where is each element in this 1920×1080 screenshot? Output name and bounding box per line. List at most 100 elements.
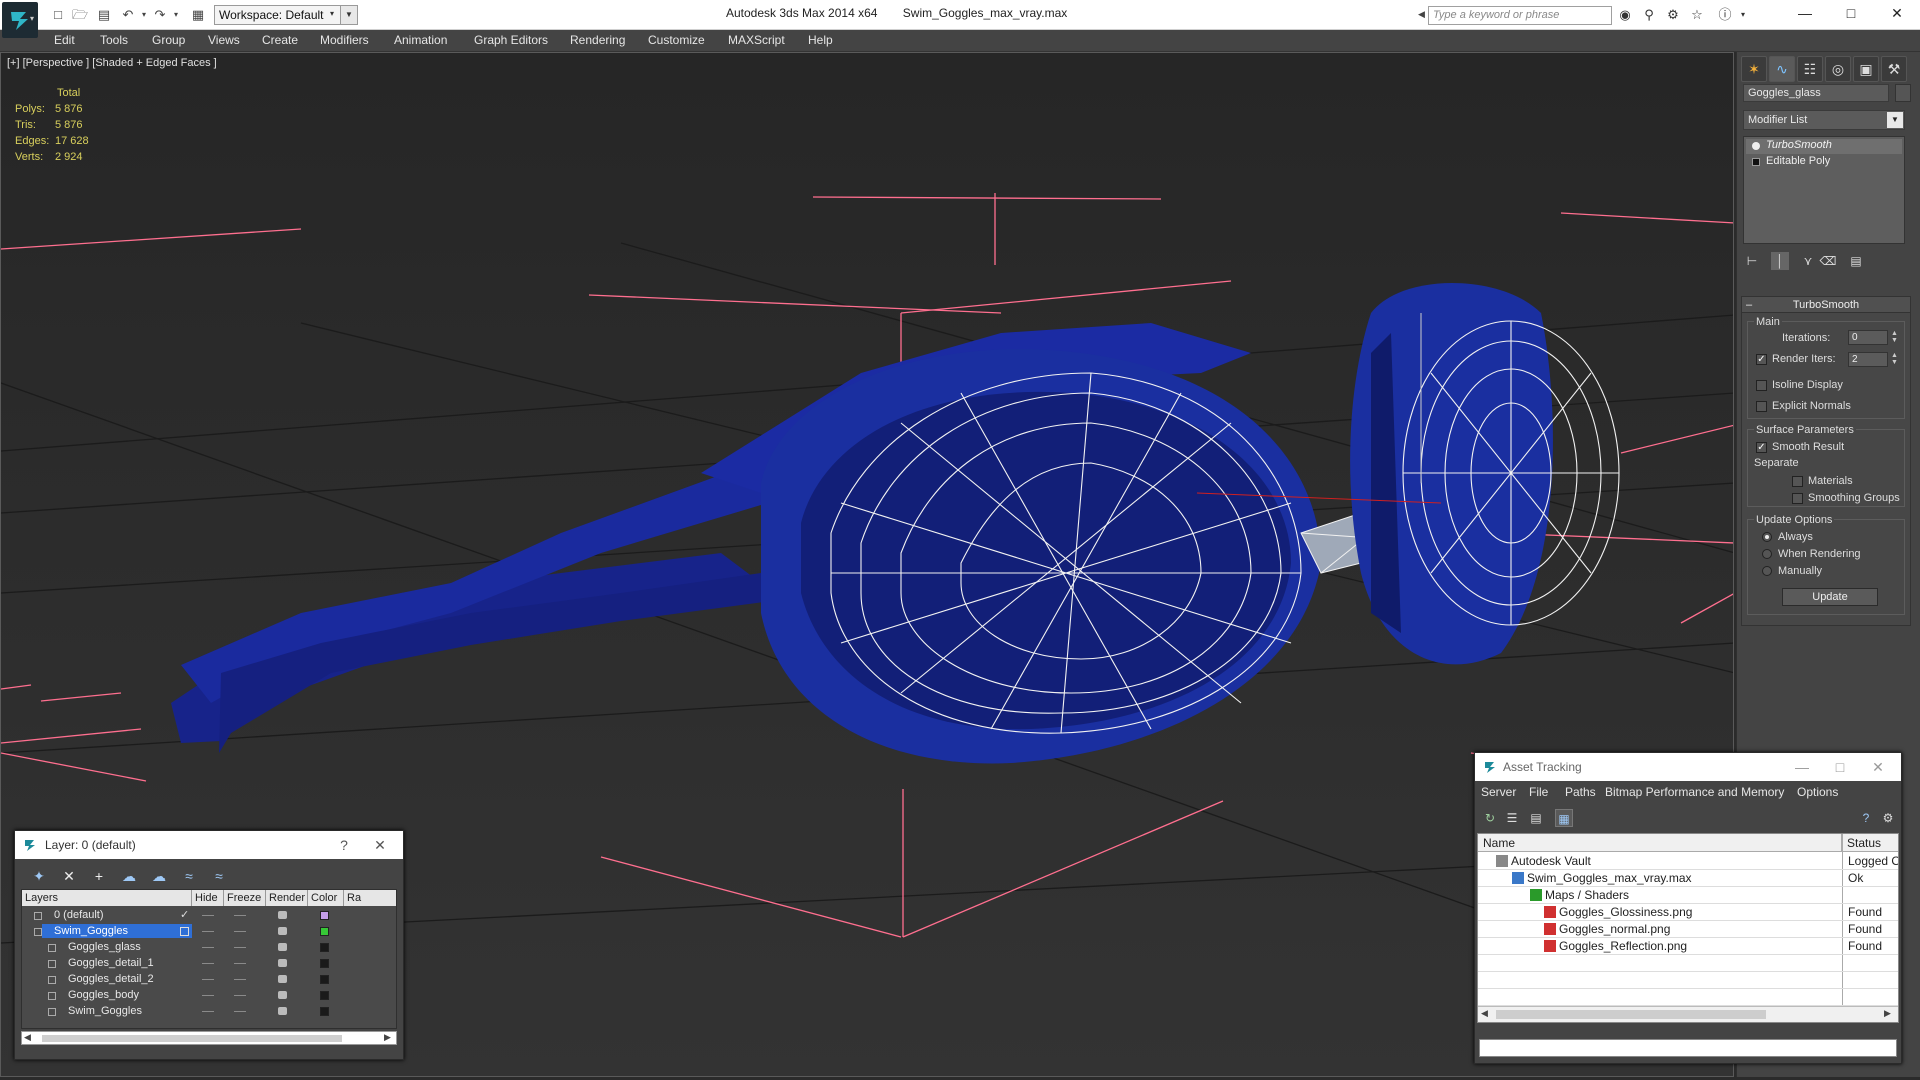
asset-menu-bitmap-performance[interactable]: Bitmap Performance and Memory: [1605, 785, 1784, 799]
layer-row[interactable]: Goggles_glass: [22, 940, 396, 956]
spinner-arrows-icon[interactable]: ▲ ▼: [1890, 330, 1899, 345]
menu-edit[interactable]: Edit: [54, 33, 75, 47]
freeze-toggle-icon[interactable]: [234, 995, 246, 996]
refresh-icon[interactable]: ↻: [1481, 809, 1499, 827]
scroll-left-icon[interactable]: ◀: [24, 1032, 31, 1043]
maximize-icon[interactable]: □: [1831, 758, 1849, 776]
render-iters-spinner[interactable]: 2: [1848, 352, 1888, 367]
remove-modifier-icon[interactable]: ⌫: [1819, 252, 1837, 270]
hierarchy-tab-icon[interactable]: ☷: [1797, 56, 1823, 82]
render-teapot-icon[interactable]: [278, 991, 287, 999]
menu-create[interactable]: Create: [262, 33, 298, 47]
hide-toggle-icon[interactable]: [202, 963, 214, 964]
layer-name[interactable]: Goggles_detail_1: [56, 956, 206, 970]
stack-item-turbosmooth[interactable]: TurboSmooth: [1746, 139, 1902, 154]
menu-rendering[interactable]: Rendering: [570, 33, 625, 47]
layer-name[interactable]: Goggles_detail_2: [56, 972, 206, 986]
undo-dropdown-icon[interactable]: ▾: [136, 7, 152, 23]
detail-view-icon[interactable]: ▤: [1527, 809, 1545, 827]
scroll-right-icon[interactable]: ▶: [1884, 1008, 1891, 1019]
layer-name[interactable]: Goggles_glass: [56, 940, 206, 954]
layer-row[interactable]: Goggles_detail_2: [22, 972, 396, 988]
asset-row[interactable]: Autodesk Vault Logged O: [1478, 853, 1898, 870]
create-tab-icon[interactable]: ✶: [1741, 56, 1767, 82]
layer-name[interactable]: Goggles_body: [56, 988, 206, 1002]
favorites-star-icon[interactable]: ☆: [1688, 7, 1706, 23]
column-header-hide[interactable]: Hide: [192, 890, 224, 906]
layer-color-swatch[interactable]: [320, 975, 329, 984]
column-header-freeze[interactable]: Freeze: [224, 890, 266, 906]
menu-graph-editors[interactable]: Graph Editors: [474, 33, 548, 47]
layer-row[interactable]: Swim_Goggles: [22, 924, 396, 940]
hide-toggle-icon[interactable]: [202, 1011, 214, 1012]
asset-row[interactable]: Swim_Goggles_max_vray.max Ok: [1478, 870, 1898, 887]
help-icon[interactable]: ?: [1857, 809, 1875, 827]
asset-row[interactable]: Maps / Shaders: [1478, 887, 1898, 904]
scroll-left-icon[interactable]: ◀: [1481, 1008, 1488, 1019]
show-end-result-icon[interactable]: │: [1771, 252, 1789, 270]
object-color-swatch[interactable]: [1895, 84, 1911, 102]
asset-row[interactable]: Goggles_normal.png Found: [1478, 921, 1898, 938]
maximize-button[interactable]: □: [1828, 0, 1874, 28]
layer-dialog-titlebar[interactable]: Layer: 0 (default) ? ✕: [15, 831, 403, 859]
column-header-render[interactable]: Render: [266, 890, 308, 906]
freeze-toggle-icon[interactable]: [234, 931, 246, 932]
render-teapot-icon[interactable]: [278, 975, 287, 983]
select-objects-icon[interactable]: ☁: [119, 867, 139, 885]
list-view-icon[interactable]: ☰: [1503, 809, 1521, 827]
minimize-button[interactable]: —: [1782, 0, 1828, 28]
render-iters-checkbox[interactable]: ✓: [1756, 354, 1767, 365]
communication-center-icon[interactable]: ⚙: [1664, 7, 1682, 23]
render-teapot-icon[interactable]: [278, 927, 287, 935]
column-header-name[interactable]: Name: [1478, 834, 1842, 852]
close-button[interactable]: ✕: [1874, 0, 1920, 28]
layer-name[interactable]: 0 (default): [42, 908, 192, 922]
redo-dropdown-icon[interactable]: ▾: [168, 7, 184, 23]
binoculars-icon[interactable]: ◉: [1616, 7, 1634, 23]
hide-toggle-icon[interactable]: [202, 915, 214, 916]
hide-toggle-icon[interactable]: [202, 947, 214, 948]
viewport-label-menu[interactable]: [+] [Perspective ] [Shaded + Edged Faces…: [7, 57, 217, 69]
layer-color-swatch[interactable]: [320, 959, 329, 968]
object-name-field[interactable]: Goggles_glass: [1743, 84, 1889, 102]
new-file-icon[interactable]: □: [50, 7, 66, 23]
column-header-color[interactable]: Color: [308, 890, 344, 906]
render-teapot-icon[interactable]: [278, 959, 287, 967]
materials-checkbox[interactable]: [1792, 476, 1803, 487]
help-icon[interactable]: ?: [335, 836, 353, 854]
asset-horizontal-scrollbar[interactable]: ◀ ▶: [1478, 1006, 1898, 1022]
menu-modifiers[interactable]: Modifiers: [320, 33, 369, 47]
scroll-thumb[interactable]: [42, 1035, 342, 1042]
save-file-icon[interactable]: ▤: [96, 7, 112, 23]
layer-horizontal-scrollbar[interactable]: ◀ ▶: [21, 1031, 397, 1045]
menu-customize[interactable]: Customize: [648, 33, 705, 47]
render-teapot-icon[interactable]: [278, 1007, 287, 1015]
settings-icon[interactable]: ⚙: [1879, 809, 1897, 827]
freeze-toggle-icon[interactable]: [234, 915, 246, 916]
close-icon[interactable]: ✕: [371, 836, 389, 854]
lightbulb-icon[interactable]: [1752, 142, 1760, 150]
search-input[interactable]: Type a keyword or phrase: [1428, 6, 1612, 25]
freeze-toggle-icon[interactable]: [234, 947, 246, 948]
asset-menu-options[interactable]: Options: [1797, 785, 1838, 799]
spinner-arrows-icon[interactable]: ▲ ▼: [1890, 352, 1899, 367]
render-teapot-icon[interactable]: [278, 943, 287, 951]
hide-toggle-icon[interactable]: [202, 995, 214, 996]
add-to-layer-icon[interactable]: +: [89, 867, 109, 885]
create-layer-icon[interactable]: ✦: [29, 867, 49, 885]
update-button[interactable]: Update: [1782, 588, 1878, 606]
column-header-radiosity[interactable]: Ra: [344, 890, 396, 906]
rollout-header[interactable]: – TurboSmooth: [1742, 297, 1910, 313]
menu-tools[interactable]: Tools: [100, 33, 128, 47]
make-unique-icon[interactable]: ⋎: [1799, 252, 1817, 270]
hide-all-icon[interactable]: ≈: [179, 867, 199, 885]
minimize-icon[interactable]: —: [1793, 758, 1811, 776]
pin-stack-icon[interactable]: ⊢: [1743, 252, 1761, 270]
layer-row[interactable]: Swim_Goggles: [22, 1004, 396, 1020]
hide-toggle-icon[interactable]: [202, 931, 214, 932]
asset-menu-file[interactable]: File: [1529, 785, 1548, 799]
close-icon[interactable]: ✕: [1869, 758, 1887, 776]
open-file-icon[interactable]: 🗁: [72, 7, 88, 23]
asset-row[interactable]: Goggles_Glossiness.png Found: [1478, 904, 1898, 921]
modifier-list-dropdown[interactable]: Modifier List: [1743, 110, 1905, 130]
